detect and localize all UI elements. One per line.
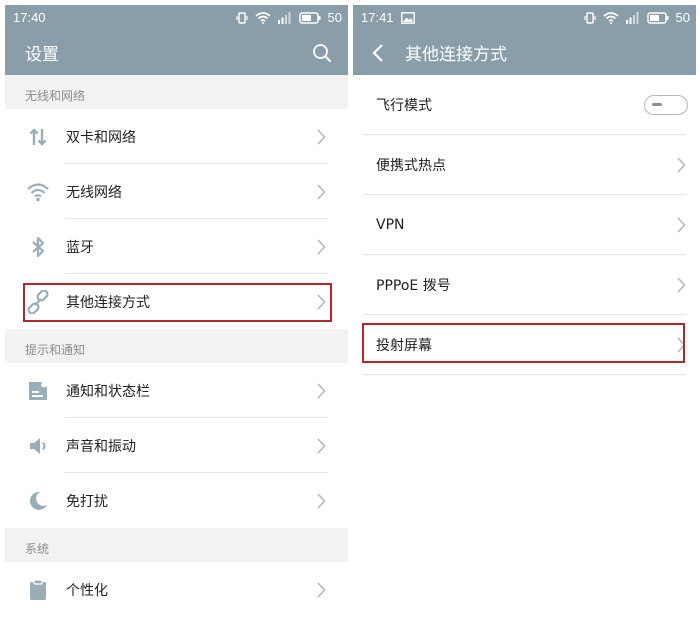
wifi-icon [25, 179, 51, 205]
settings-item-sound[interactable]: 声音和振动 [5, 418, 348, 473]
settings-item-label: 无线网络 [66, 184, 122, 201]
app-bar: 设置 [5, 30, 348, 75]
clipboard-icon [25, 577, 51, 603]
chevron-right-icon [317, 183, 326, 200]
chevron-right-icon [677, 217, 686, 233]
signal-icon [625, 11, 639, 24]
settings-item-label: 通知和状态栏 [66, 383, 150, 400]
chevron-right-icon [677, 277, 686, 293]
chevron-right-icon [317, 382, 326, 399]
settings-item-dual-sim[interactable]: 双卡和网络 [5, 109, 348, 164]
search-icon[interactable] [312, 43, 332, 63]
chevron-right-icon [317, 581, 326, 598]
chevron-right-icon [317, 437, 326, 454]
section-header-notifications: 提示和通知 [5, 329, 348, 363]
section-header-system: 系统 [5, 528, 348, 562]
notification-icon [25, 378, 51, 404]
airplane-mode-toggle[interactable] [644, 95, 688, 115]
battery-icon [646, 11, 669, 24]
status-time: 17:41 [361, 10, 394, 25]
vpn-item[interactable]: VPN [353, 195, 696, 255]
app-bar: 其他连接方式 [353, 30, 696, 75]
speaker-icon [25, 433, 51, 459]
battery-level: 50 [675, 10, 690, 25]
airplane-mode-item[interactable]: 飞行模式 [353, 75, 696, 135]
highlight-box [23, 283, 332, 322]
pppoe-item[interactable]: PPPoE 拨号 [353, 255, 696, 315]
settings-item-wifi[interactable]: 无线网络 [5, 164, 348, 219]
wifi-status-icon [603, 11, 619, 24]
page-title: 设置 [25, 45, 59, 65]
chevron-right-icon [317, 238, 326, 255]
signal-icon [277, 11, 291, 24]
section-header-wireless: 无线和网络 [5, 75, 348, 109]
settings-item-label: 个性化 [66, 582, 108, 599]
chevron-right-icon [677, 157, 686, 173]
settings-item-label: 蓝牙 [66, 239, 94, 256]
settings-item-notification-bar[interactable]: 通知和状态栏 [5, 363, 348, 418]
chevron-right-icon [317, 128, 326, 145]
vibrate-icon [235, 11, 248, 24]
settings-item-personalization[interactable]: 个性化 [5, 562, 348, 614]
settings-item-label: VPN [376, 217, 405, 233]
page-title: 其他连接方式 [405, 45, 507, 65]
vibrate-icon [583, 11, 596, 24]
moon-icon [25, 488, 51, 514]
wifi-status-icon [255, 11, 271, 24]
settings-item-label: 便携式热点 [376, 158, 446, 174]
settings-item-label: 免打扰 [66, 493, 108, 510]
settings-item-label: PPPoE 拨号 [376, 278, 451, 294]
status-bar: 17:41 50 [353, 5, 696, 30]
data-arrows-icon [25, 124, 51, 150]
settings-item-do-not-disturb[interactable]: 免打扰 [5, 473, 348, 528]
settings-item-label: 飞行模式 [376, 98, 432, 114]
hotspot-item[interactable]: 便携式热点 [353, 135, 696, 195]
bluetooth-icon [25, 234, 51, 260]
back-arrow-icon[interactable] [371, 43, 385, 63]
battery-level: 50 [327, 10, 342, 25]
settings-item-bluetooth[interactable]: 蓝牙 [5, 219, 348, 274]
image-icon [400, 11, 415, 24]
highlight-box [362, 323, 685, 363]
battery-icon [298, 11, 321, 24]
chevron-right-icon [317, 492, 326, 509]
settings-item-label: 声音和振动 [66, 438, 136, 455]
status-time: 17:40 [13, 10, 46, 25]
settings-item-label: 双卡和网络 [66, 129, 136, 146]
status-bar: 17:40 50 [5, 5, 348, 30]
other-connections-screen: 17:41 50 其他连接方式 飞行模式 便携式热点 VPN PPPoE 拨号 [353, 5, 696, 614]
settings-screen: 17:40 50 设置 无线和网络 双卡和网络 无线网络 蓝牙 其他连接方式 提… [5, 5, 348, 614]
